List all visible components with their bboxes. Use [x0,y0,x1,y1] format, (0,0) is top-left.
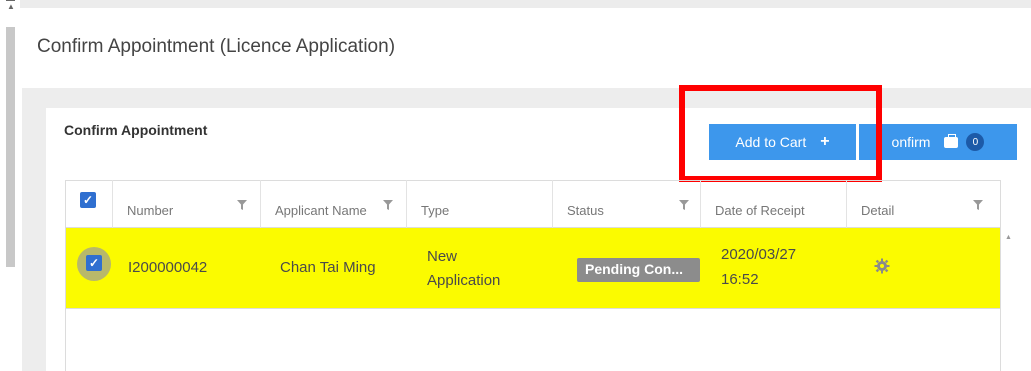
column-label: Number [127,203,174,218]
scroll-up-arrow-icon[interactable]: ▲ [7,3,15,11]
grid-scrollbar[interactable]: ▲ [1001,228,1015,371]
select-all-checkbox[interactable]: ✓ [80,192,96,208]
column-header-detail[interactable]: Detail [847,180,1001,228]
cell-date-line2: 16:52 [721,271,759,288]
column-label: Type [421,203,450,218]
column-header-status[interactable]: Status [553,180,701,228]
header-select-all-cell: ✓ [65,180,113,228]
scroll-top-line [6,0,15,1]
page-title: Confirm Appointment (Licence Application… [37,36,396,57]
gear-icon[interactable] [874,258,890,274]
grid-scroll-up-icon[interactable]: ▲ [1005,234,1012,241]
column-label: Applicant Name [275,203,367,218]
top-bar [20,0,1031,8]
page-scrollbar[interactable]: ▲ [0,0,20,371]
column-label: Status [567,203,604,218]
column-label: Date of Receipt [715,203,805,218]
column-label: Detail [861,203,895,218]
briefcase-icon [944,133,959,148]
column-header-applicant-name[interactable]: Applicant Name [261,180,407,228]
filter-icon[interactable] [237,200,247,210]
confirm-label: onfirm [891,134,931,150]
filter-icon[interactable] [973,200,983,210]
annotation-highlight-box [679,85,882,182]
confirm-button[interactable]: onfirm 0 [859,124,1017,160]
scrollbar-thumb[interactable] [6,27,15,267]
filter-icon[interactable] [383,200,393,210]
cell-type-line1: New [427,248,458,265]
filter-icon[interactable] [679,200,689,210]
cell-type-line2: Application [427,272,501,289]
column-header-type[interactable]: Type [407,180,553,228]
column-header-date-of-receipt[interactable]: Date of Receipt [701,180,847,228]
row-select-checkbox[interactable]: ✓ [86,255,102,271]
table-header: ✓ Number Applicant Name Type Status Date… [65,180,1001,228]
confirm-count-badge: 0 [966,133,985,151]
cell-date-line1: 2020/03/27 [721,246,797,263]
card-title: Confirm Appointment [64,122,208,138]
table-row[interactable]: ✓ I200000042 Chan Tai Ming New Applicati… [66,228,1000,309]
cell-number: I200000042 [128,259,208,276]
cell-applicant-name: Chan Tai Ming [280,259,376,276]
column-header-number[interactable]: Number [113,180,261,228]
status-badge: Pending Con... [577,258,700,282]
